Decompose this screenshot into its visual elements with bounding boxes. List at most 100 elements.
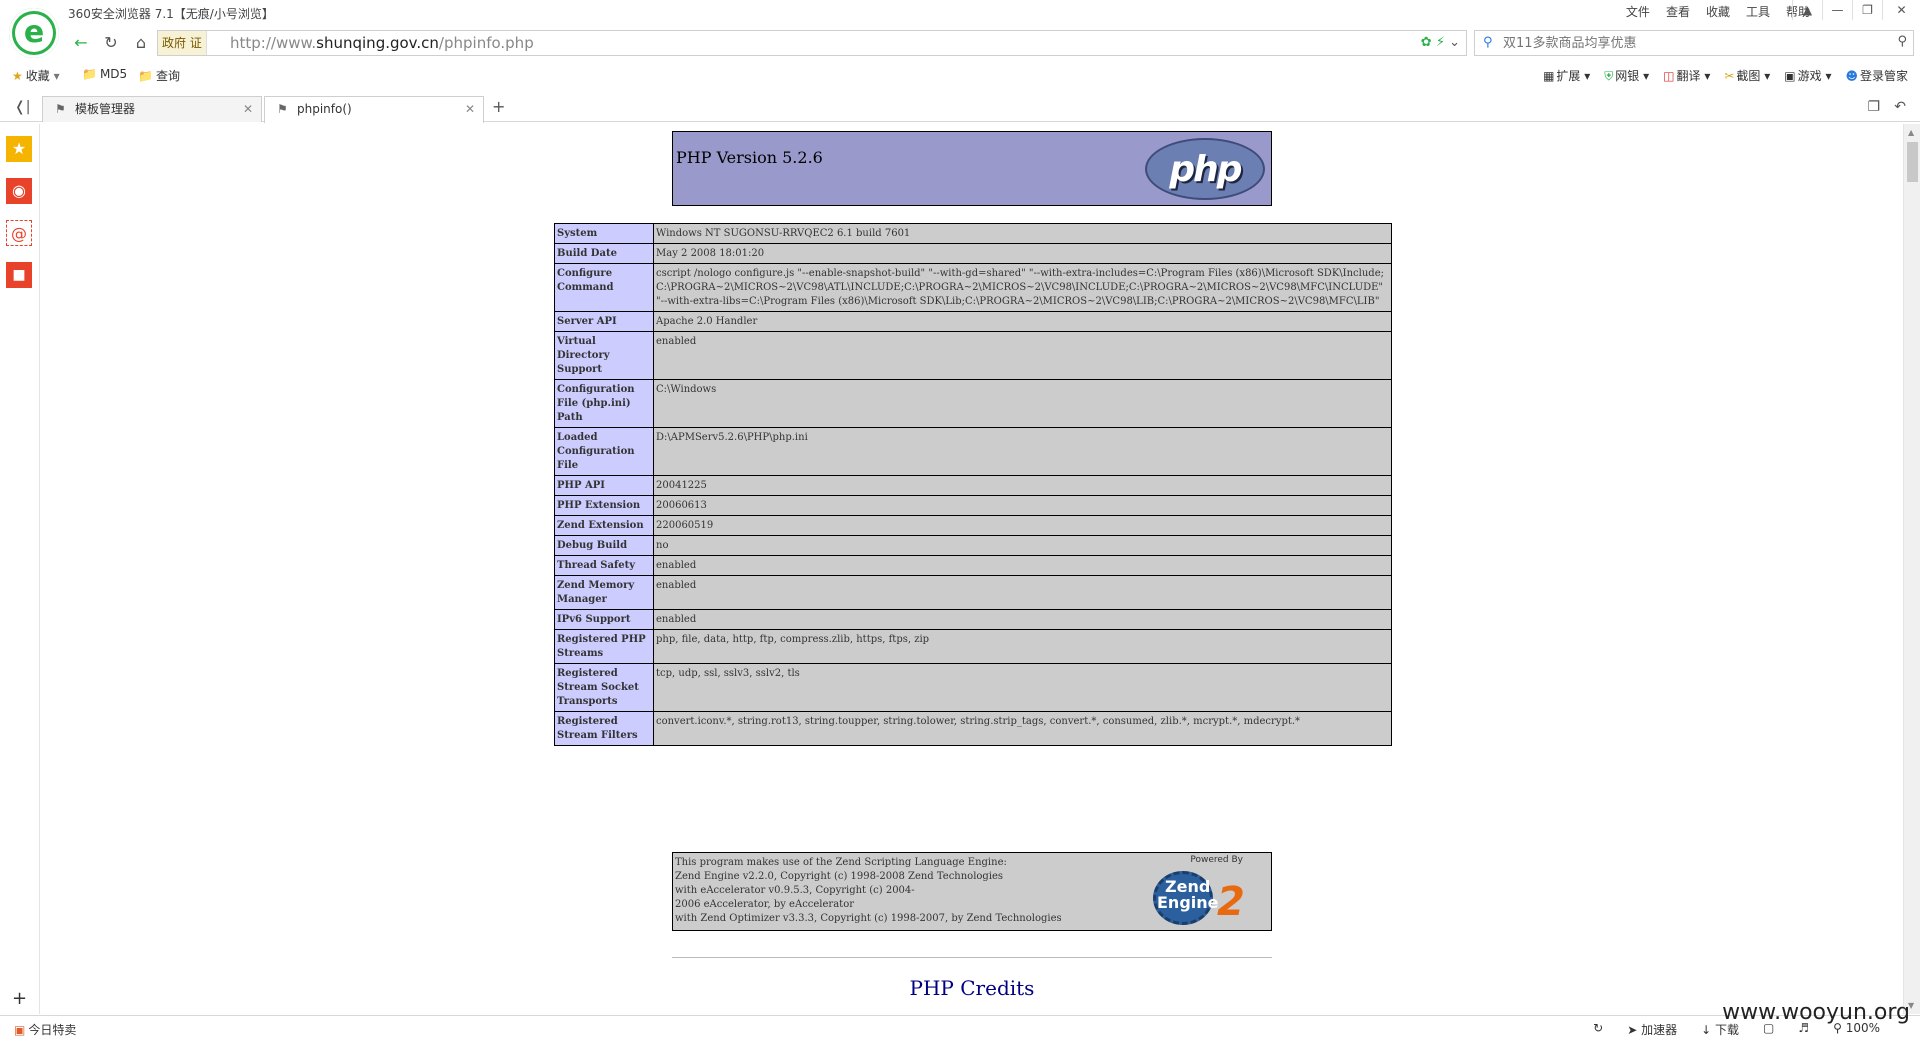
search-go-icon[interactable]: ⚲: [1897, 34, 1907, 49]
extensions-icon: ▦: [1543, 69, 1555, 83]
info-key: Debug Build: [554, 535, 654, 556]
zend-engine-logo-icon[interactable]: Zend Engine 2: [1151, 867, 1267, 927]
info-key: Loaded Configuration File: [554, 427, 654, 476]
info-row: Zend Memory Manager enabled: [554, 575, 1392, 610]
tab-close-icon[interactable]: ✕: [243, 97, 253, 121]
info-key: Registered PHP Streams: [554, 629, 654, 664]
info-row: Registered PHP Streams php, file, data, h…: [554, 629, 1392, 664]
info-row: Registered Stream Socket Transports tcp, …: [554, 663, 1392, 712]
bookmark-query[interactable]: 📁 查询: [138, 67, 180, 84]
info-row: Loaded Configuration File D:\APMServ5.2.6…: [554, 427, 1392, 476]
tab-close-icon[interactable]: ✕: [465, 97, 475, 121]
php-version-title: PHP Version 5.2.6: [676, 148, 823, 167]
info-value: enabled: [653, 331, 1392, 380]
toolbar-tools: ▦ 扩展 ▾ ⛨ 网银 ▾ ◫ 翻译 ▾ ✂ 截图 ▾ ▣ 游戏 ▾ ☻ 登录管家: [1543, 67, 1908, 84]
weibo-icon[interactable]: ◉: [6, 178, 32, 204]
info-key: Virtual Directory Support: [554, 331, 654, 380]
refresh-icon[interactable]: ↻: [98, 31, 124, 55]
php-credits-heading[interactable]: PHP Credits: [672, 976, 1272, 1000]
status-refresh-icon[interactable]: ↻: [1593, 1021, 1603, 1038]
gov-cert-badge[interactable]: 政府 证: [158, 31, 207, 55]
sidebar-add-icon[interactable]: +: [12, 988, 27, 1009]
search-box[interactable]: ⚲ ⚲: [1474, 30, 1914, 56]
info-key: Registered Stream Filters: [554, 711, 654, 746]
scroll-thumb[interactable]: [1907, 142, 1918, 182]
speed-mode-icon[interactable]: ✿ ⚡ ⌄: [1421, 31, 1460, 55]
folder-icon: 📁: [82, 67, 97, 81]
info-key: PHP Extension: [554, 495, 654, 516]
left-sidebar: ★ ◉ @ ■: [0, 124, 40, 1014]
restore-icon[interactable]: ❐: [1852, 0, 1882, 20]
tab-template-manager[interactable]: ⚑ 模板管理器 ✕: [42, 96, 262, 122]
search-icon: ⚲: [1483, 35, 1493, 50]
tool-login-manager[interactable]: ☻ 登录管家: [1845, 67, 1908, 84]
info-value: C:\Windows: [653, 379, 1392, 428]
bookmark-favorites[interactable]: ★ 收藏 ▾: [12, 67, 60, 84]
info-key: System: [554, 223, 654, 244]
tab-phpinfo[interactable]: ⚑ phpinfo() ✕: [264, 96, 484, 123]
menu-item-favorites[interactable]: 收藏: [1706, 3, 1730, 20]
info-key: Configure Command: [554, 263, 654, 312]
info-row: Configure Command cscript /nologo configu…: [554, 263, 1392, 312]
info-row: Configuration File (php.ini) Path C:\Wind…: [554, 379, 1392, 428]
info-value: cscript /nologo configure.js "--enable-s…: [653, 263, 1392, 312]
tool-screenshot[interactable]: ✂ 截图 ▾: [1724, 67, 1770, 84]
info-key: Zend Memory Manager: [554, 575, 654, 610]
menu-item-view[interactable]: 查看: [1666, 3, 1690, 20]
accelerator-button[interactable]: ➤ 加速器: [1627, 1021, 1677, 1038]
info-row: Thread Safety enabled: [554, 555, 1392, 576]
menu-item-tools[interactable]: 工具: [1746, 3, 1770, 20]
info-row: PHP API 20041225: [554, 475, 1392, 496]
info-value: 20041225: [653, 475, 1392, 496]
window-controls: ▲ — ❐ ✕: [1792, 0, 1920, 20]
discount-icon[interactable]: ■: [6, 262, 32, 288]
star-icon: ★: [12, 69, 23, 83]
vertical-scrollbar[interactable]: ▲ ▼: [1903, 124, 1920, 1014]
skin-icon[interactable]: ▲: [1792, 0, 1822, 20]
close-icon[interactable]: ✕: [1882, 0, 1920, 20]
page-content: PHP Version 5.2.6 php System Windows NT S…: [41, 124, 1903, 1014]
info-value: 220060519: [653, 515, 1392, 536]
info-value: php, file, data, http, ftp, compress.zli…: [653, 629, 1392, 664]
browser-logo-icon[interactable]: e: [9, 8, 59, 58]
info-key: Server API: [554, 311, 654, 332]
tool-games[interactable]: ▣ 游戏 ▾: [1784, 67, 1831, 84]
info-row: Debug Build no: [554, 535, 1392, 556]
sidebar-toggle-icon[interactable]: ❬|: [14, 99, 30, 115]
undo-close-icon[interactable]: ↶: [1894, 99, 1906, 115]
info-value: May 2 2008 18:01:20: [653, 243, 1392, 264]
tab-bar: ❬| ⚑ 模板管理器 ✕ ⚑ phpinfo() ✕ + ❐ ↶: [0, 94, 1920, 123]
tab-list-icon[interactable]: ❐: [1867, 99, 1880, 115]
info-row: IPv6 Support enabled: [554, 609, 1392, 630]
info-value: no: [653, 535, 1392, 556]
info-value: enabled: [653, 609, 1392, 630]
folder-icon: 📁: [138, 69, 153, 83]
info-value: 20060613: [653, 495, 1392, 516]
info-value: Apache 2.0 Handler: [653, 311, 1392, 332]
info-value: D:\APMServ5.2.6\PHP\php.ini: [653, 427, 1392, 476]
minimize-icon[interactable]: —: [1822, 0, 1852, 20]
mail-icon[interactable]: @: [6, 220, 32, 246]
back-icon[interactable]: ←: [68, 31, 94, 55]
today-deals[interactable]: ▣ 今日特卖: [14, 1021, 76, 1038]
tool-extensions[interactable]: ▦ 扩展 ▾: [1543, 67, 1590, 84]
menu-item-file[interactable]: 文件: [1626, 3, 1650, 20]
watermark: www.wooyun.org: [1722, 1000, 1910, 1025]
tool-translate[interactable]: ◫ 翻译 ▾: [1663, 67, 1710, 84]
info-value: convert.iconv.*, string.rot13, string.to…: [653, 711, 1392, 746]
info-key: Build Date: [554, 243, 654, 264]
home-icon[interactable]: ⌂: [128, 31, 154, 55]
tool-ebank[interactable]: ⛨ 网银 ▾: [1604, 67, 1649, 84]
favorites-star-icon[interactable]: ★: [6, 136, 32, 162]
url-text[interactable]: http://www.shunqing.gov.cn/phpinfo.php: [230, 31, 534, 55]
info-key: Registered Stream Socket Transports: [554, 663, 654, 712]
info-row: Server API Apache 2.0 Handler: [554, 311, 1392, 332]
bookmark-md5[interactable]: 📁 MD5: [82, 67, 127, 81]
new-tab-icon[interactable]: +: [492, 97, 505, 116]
scroll-up-icon[interactable]: ▲: [1908, 128, 1914, 137]
search-input[interactable]: [1503, 31, 1883, 55]
zend-engine-text: This program makes use of the Zend Scrip…: [675, 857, 1062, 924]
user-icon: ☻: [1845, 69, 1858, 83]
url-field[interactable]: 政府 证 http://www.shunqing.gov.cn/phpinfo.…: [157, 30, 1467, 56]
shield-icon: ⛨: [1604, 69, 1614, 83]
